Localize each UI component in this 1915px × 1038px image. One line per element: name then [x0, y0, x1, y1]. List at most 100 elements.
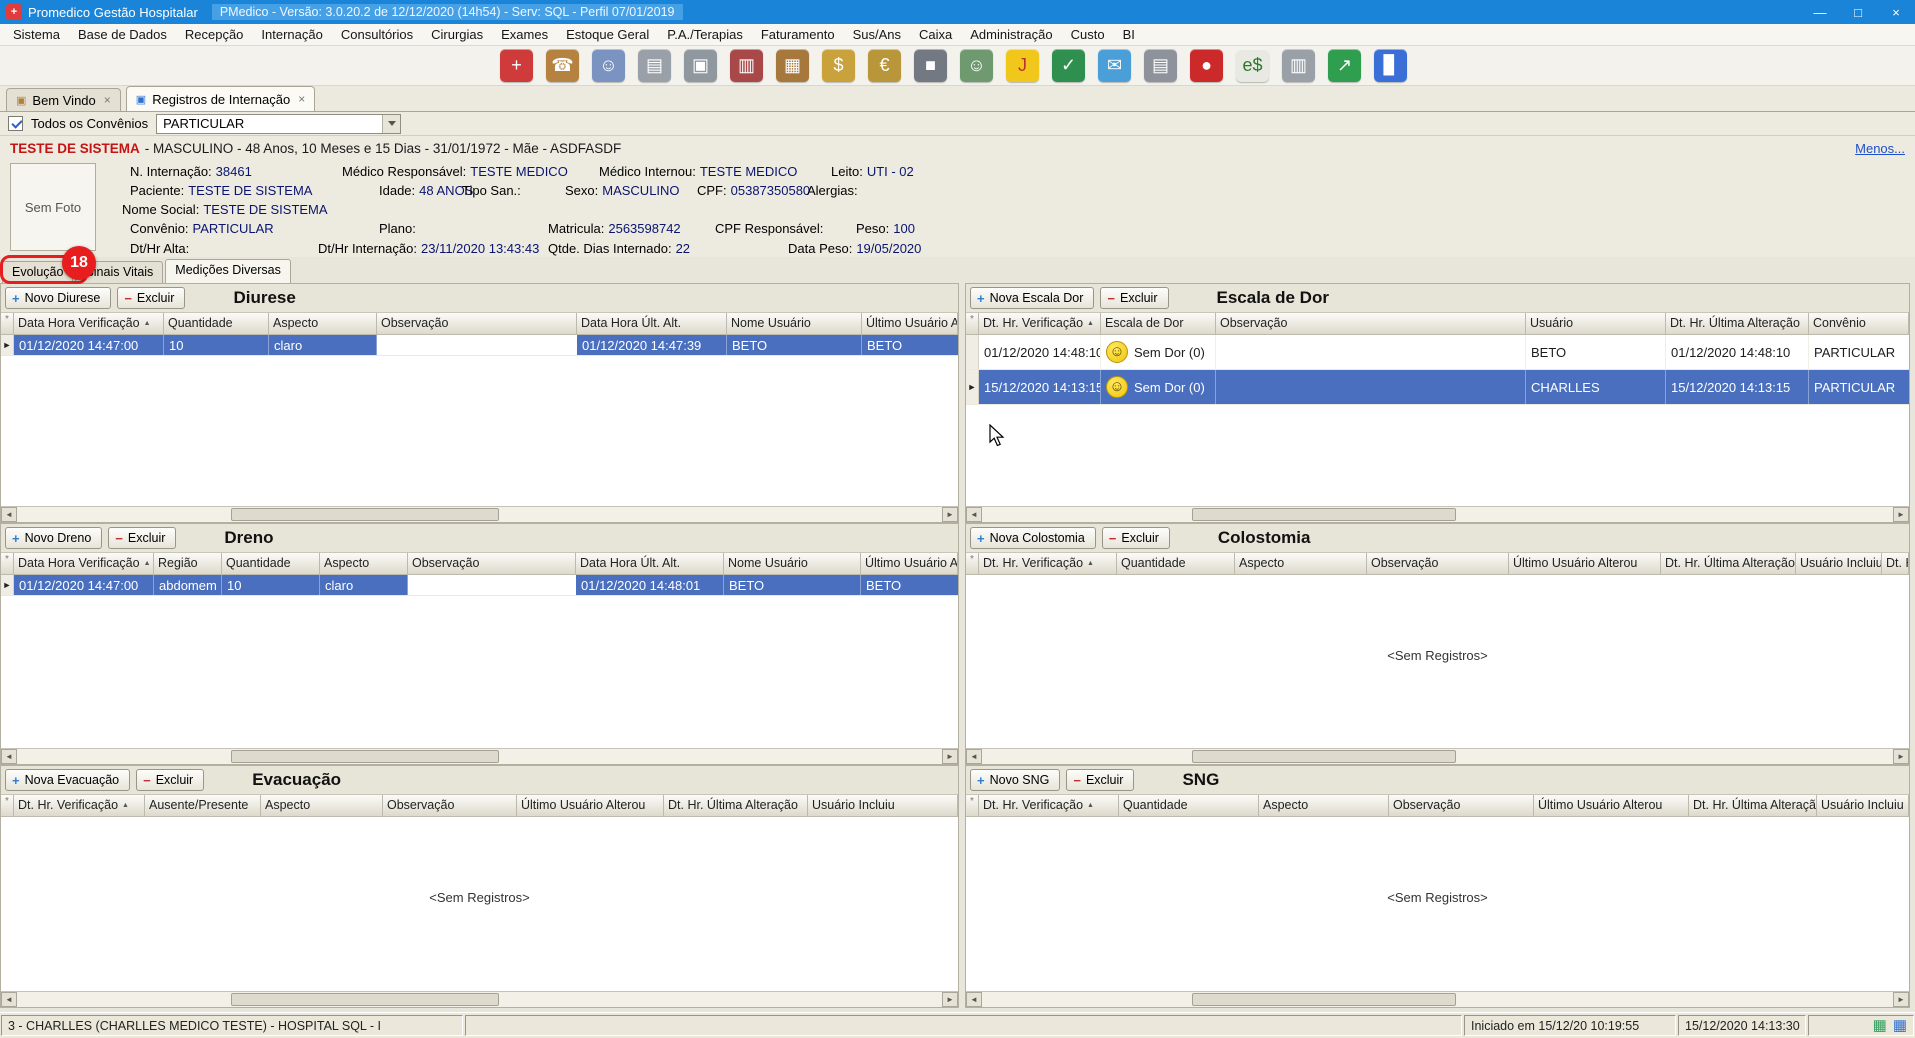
- column-header-data-hora-verifica-o[interactable]: Data Hora Verificação▲: [14, 553, 154, 575]
- escala-grid[interactable]: 01/12/2020 14:48:10☺Sem Dor (0)BETO01/12…: [966, 335, 1909, 506]
- arquivo-icon[interactable]: ▦: [776, 49, 809, 82]
- evacuacao-grid[interactable]: <Sem Registros>: [1, 817, 958, 991]
- evacuacao-hscrollbar[interactable]: ◄►: [1, 991, 958, 1007]
- menu-administra-o[interactable]: Administração: [961, 24, 1061, 45]
- scroll-right-arrow[interactable]: ►: [1893, 507, 1909, 522]
- scroll-left-arrow[interactable]: ◄: [966, 507, 982, 522]
- table-cell[interactable]: claro: [320, 575, 408, 595]
- colostomia-grid[interactable]: <Sem Registros>: [966, 575, 1909, 748]
- sng-excluir-button[interactable]: −Excluir: [1066, 769, 1134, 791]
- table-row[interactable]: 01/12/2020 14:48:10☺Sem Dor (0)BETO01/12…: [966, 335, 1909, 370]
- column-header-nome-usu-rio[interactable]: Nome Usuário: [727, 313, 862, 335]
- colostomia-hscrollbar[interactable]: ◄►: [966, 748, 1909, 764]
- column-header-data-hora-lt-alt[interactable]: Data Hora Últ. Alt.: [576, 553, 724, 575]
- cofre-icon[interactable]: ■: [914, 49, 947, 82]
- column-header-observa-o[interactable]: Observação: [383, 795, 517, 817]
- table-cell[interactable]: 01/12/2020 14:48:10: [1666, 335, 1809, 369]
- nova-colostomia-button[interactable]: +Nova Colostomia: [970, 527, 1096, 549]
- table-cell[interactable]: abdomem: [154, 575, 222, 595]
- menu-sus-ans[interactable]: Sus/Ans: [844, 24, 910, 45]
- dreno-grid[interactable]: ►01/12/2020 14:47:00abdomem10claro01/12/…: [1, 575, 958, 748]
- dinheiro-icon[interactable]: $: [822, 49, 855, 82]
- column-header-aspecto[interactable]: Aspecto: [320, 553, 408, 575]
- manuais-icon[interactable]: ✓: [1052, 49, 1085, 82]
- scroll-thumb[interactable]: [231, 508, 499, 521]
- column-header-dt-hr-ltima-altera-o[interactable]: Dt. Hr. Última Alteração: [1666, 313, 1809, 335]
- column-header-ltimo-usu-rio-alterou[interactable]: Último Usuário Alterou: [1534, 795, 1689, 817]
- table-cell[interactable]: 01/12/2020 14:48:01: [576, 575, 724, 595]
- ambulancia-icon[interactable]: ▣: [684, 49, 717, 82]
- escala-excluir-button[interactable]: −Excluir: [1100, 287, 1168, 309]
- diurese-excluir-button[interactable]: −Excluir: [117, 287, 185, 309]
- close-icon[interactable]: ×: [298, 92, 305, 106]
- column-header-quantidade[interactable]: Quantidade: [1119, 795, 1259, 817]
- column-header-observa-o[interactable]: Observação: [1389, 795, 1534, 817]
- escala-hscrollbar[interactable]: ◄►: [966, 506, 1909, 522]
- column-header-usu-rio[interactable]: Usuário: [1526, 313, 1666, 335]
- scroll-thumb[interactable]: [1192, 993, 1456, 1006]
- table-cell[interactable]: [377, 335, 577, 355]
- scroll-right-arrow[interactable]: ►: [942, 992, 958, 1007]
- column-header-quantidade[interactable]: Quantidade: [1117, 553, 1235, 575]
- column-header-ltimo-usu-rio-alterou[interactable]: Último Usuário Alterou: [862, 313, 958, 335]
- anotacoes-icon[interactable]: ▥: [1282, 49, 1315, 82]
- tab-registros-de-interna-o[interactable]: ▣Registros de Internação×: [126, 86, 315, 111]
- close-button[interactable]: ×: [1877, 0, 1915, 24]
- column-header-usu-rio-incluiu[interactable]: Usuário Incluiu: [1796, 553, 1882, 575]
- scroll-left-arrow[interactable]: ◄: [966, 749, 982, 764]
- table-cell[interactable]: 10: [222, 575, 320, 595]
- menu-bi[interactable]: BI: [1114, 24, 1144, 45]
- column-header-ltimo-usu-rio-alterou[interactable]: Último Usuário Alterou: [861, 553, 958, 575]
- column-header-dt-hr-ltima-altera-o[interactable]: Dt. Hr. Última Alteração: [1661, 553, 1796, 575]
- nova-escala-dor-button[interactable]: +Nova Escala Dor: [970, 287, 1094, 309]
- menos-link[interactable]: Menos...: [1855, 141, 1905, 156]
- novo-dreno-button[interactable]: +Novo Dreno: [5, 527, 102, 549]
- menu-consult-rios[interactable]: Consultórios: [332, 24, 422, 45]
- lista-telefonica-icon[interactable]: J: [1006, 49, 1039, 82]
- table-cell[interactable]: 01/12/2020 14:47:00: [14, 575, 154, 595]
- column-header-usu-rio-incluiu[interactable]: Usuário Incluiu: [808, 795, 958, 817]
- scroll-right-arrow[interactable]: ►: [1893, 749, 1909, 764]
- scroll-thumb[interactable]: [231, 750, 499, 763]
- menu-exames[interactable]: Exames: [492, 24, 557, 45]
- table-cell[interactable]: BETO: [727, 335, 862, 355]
- column-header-ltimo-usu-rio-alterou[interactable]: Último Usuário Alterou: [517, 795, 664, 817]
- urgencia-icon[interactable]: +: [500, 49, 533, 82]
- column-header-dt-hr-verifica-o[interactable]: Dt. Hr. Verificação▲: [979, 553, 1117, 575]
- column-header-ausente-presente[interactable]: Ausente/Presente: [145, 795, 261, 817]
- table-cell[interactable]: 15/12/2020 14:13:15: [979, 370, 1101, 404]
- column-header-dt-hr-verifica-o[interactable]: Dt. Hr. Verificação▲: [979, 795, 1119, 817]
- table-cell[interactable]: ☺Sem Dor (0): [1101, 370, 1216, 404]
- menu-interna-o[interactable]: Internação: [252, 24, 331, 45]
- bi-icon[interactable]: ▊: [1374, 49, 1407, 82]
- menu-p-a-terapias[interactable]: P.A./Terapias: [658, 24, 752, 45]
- table-cell[interactable]: PARTICULAR: [1809, 335, 1909, 369]
- menu-caixa[interactable]: Caixa: [910, 24, 961, 45]
- novo-diurese-button[interactable]: +Novo Diurese: [5, 287, 111, 309]
- table-cell[interactable]: CHARLLES: [1526, 370, 1666, 404]
- chat-icon[interactable]: ✉: [1098, 49, 1131, 82]
- maximize-button[interactable]: □: [1839, 0, 1877, 24]
- scroll-right-arrow[interactable]: ►: [942, 507, 958, 522]
- scroll-left-arrow[interactable]: ◄: [1, 749, 17, 764]
- scroll-thumb[interactable]: [1192, 508, 1456, 521]
- paciente-icon[interactable]: ☺: [592, 49, 625, 82]
- table-cell[interactable]: 01/12/2020 14:47:39: [577, 335, 727, 355]
- column-header-escala-de-dor[interactable]: Escala de Dor: [1101, 313, 1216, 335]
- column-header-ltimo-usu-rio-alterou[interactable]: Último Usuário Alterou: [1509, 553, 1661, 575]
- table-cell[interactable]: claro: [269, 335, 377, 355]
- table-cell[interactable]: [1216, 335, 1526, 369]
- minimize-button[interactable]: —: [1801, 0, 1839, 24]
- menu-custo[interactable]: Custo: [1062, 24, 1114, 45]
- column-header-quantidade[interactable]: Quantidade: [222, 553, 320, 575]
- usuarios-icon[interactable]: ☺: [960, 49, 993, 82]
- close-icon[interactable]: ×: [104, 93, 111, 107]
- agenda-icon[interactable]: ☎: [546, 49, 579, 82]
- nfe-icon[interactable]: e$: [1236, 49, 1269, 82]
- menu-base-de-dados[interactable]: Base de Dados: [69, 24, 176, 45]
- sng-grid[interactable]: <Sem Registros>: [966, 817, 1909, 991]
- scroll-left-arrow[interactable]: ◄: [1, 507, 17, 522]
- column-header-observa-o[interactable]: Observação: [1367, 553, 1509, 575]
- menu-faturamento[interactable]: Faturamento: [752, 24, 844, 45]
- menu-sistema[interactable]: Sistema: [4, 24, 69, 45]
